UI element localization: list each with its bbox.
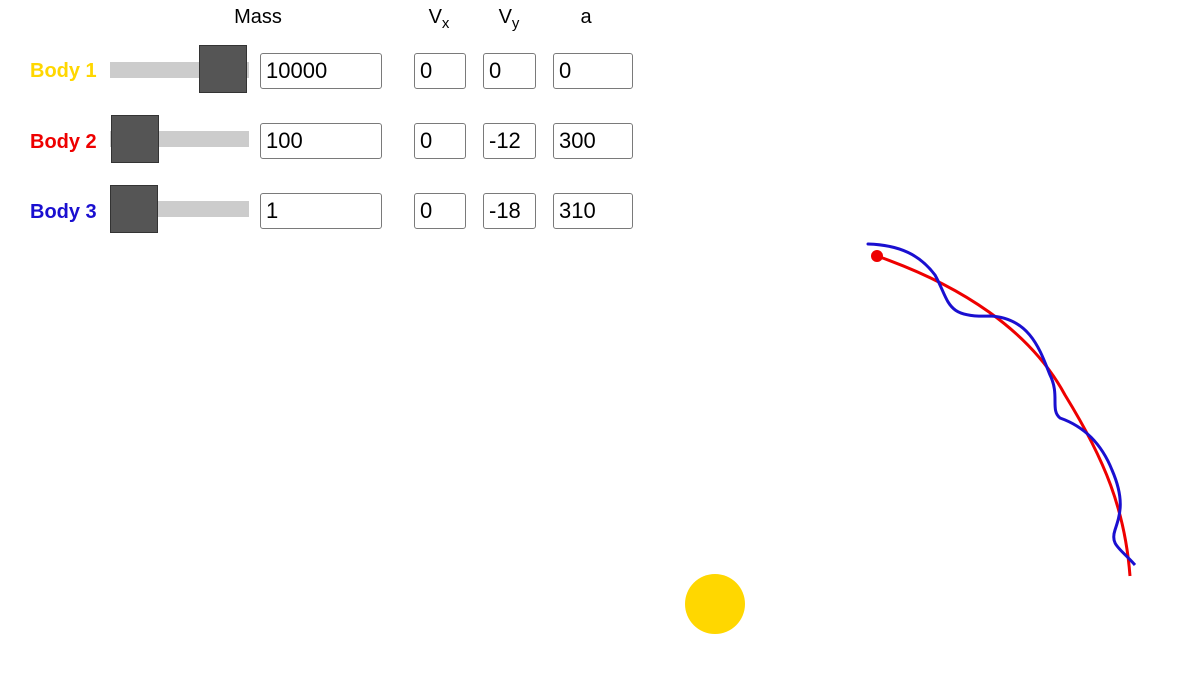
header-a: a [580, 6, 592, 28]
body-3-orbit-trail [867, 242, 1137, 566]
body-1-vx-input[interactable] [414, 53, 466, 89]
body-2-vy-input[interactable] [483, 123, 536, 159]
body-1-sun [685, 574, 745, 634]
body-2-planet [871, 250, 883, 262]
body-1-mass-input[interactable] [260, 53, 382, 89]
body-1-a-input[interactable] [553, 53, 633, 89]
body-3-vx-input[interactable] [414, 193, 466, 229]
body-3-moon [866, 242, 870, 246]
header-vx: Vx [428, 6, 450, 32]
body-3-vy-input[interactable] [483, 193, 536, 229]
body-1-mass-slider-thumb[interactable] [199, 45, 247, 93]
body-2-orbit-trail [876, 254, 1132, 577]
body-3-a-input[interactable] [553, 193, 633, 229]
header-mass: Mass [234, 6, 282, 28]
body-2-vx-input[interactable] [414, 123, 466, 159]
body-3-mass-input[interactable] [260, 193, 382, 229]
header-vy: Vy [498, 6, 520, 32]
body-2-a-input[interactable] [553, 123, 633, 159]
body-2-mass-input[interactable] [260, 123, 382, 159]
body-1-vy-input[interactable] [483, 53, 536, 89]
body-2-label: Body 2 [30, 131, 97, 153]
simulation-canvas [685, 242, 1137, 634]
body-2-mass-slider-thumb[interactable] [111, 115, 159, 163]
body-3-mass-slider-thumb[interactable] [110, 185, 158, 233]
body-3-label: Body 3 [30, 201, 97, 223]
body-1-label: Body 1 [30, 60, 97, 82]
